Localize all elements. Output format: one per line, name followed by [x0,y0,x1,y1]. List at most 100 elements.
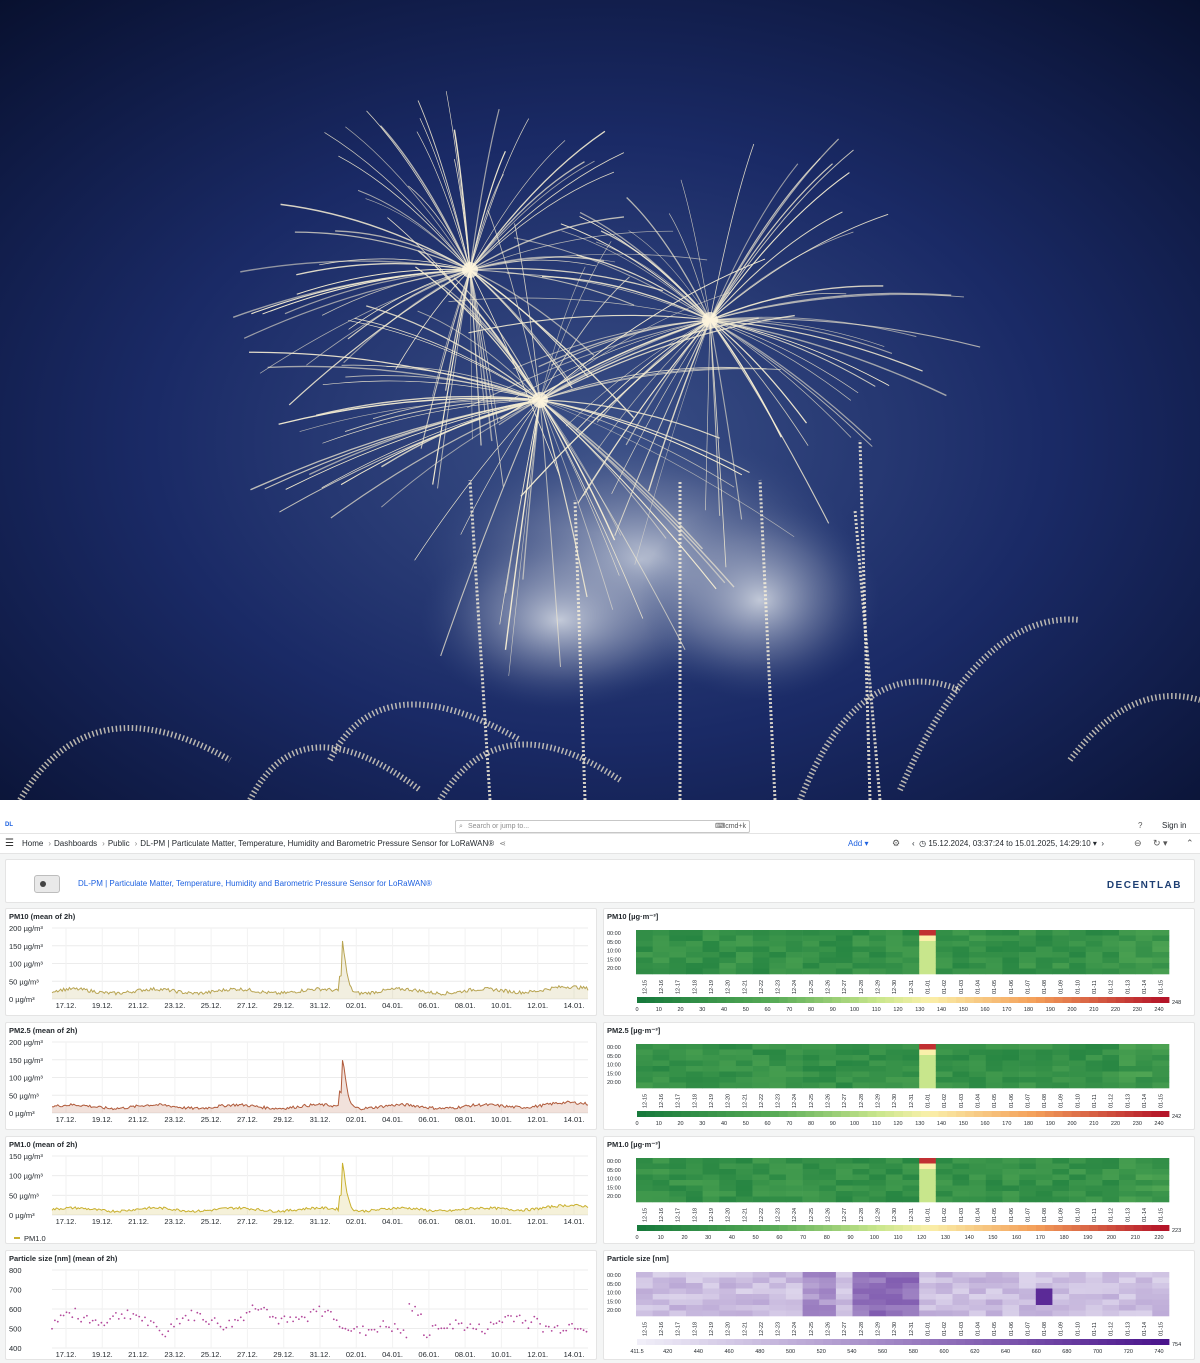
heatmap-cell [852,1060,870,1067]
share-icon[interactable]: ⋖ [499,839,506,848]
heatmap-cell [1135,952,1153,958]
heatmap-cell [869,1163,887,1170]
data-point [170,1323,173,1326]
data-point [152,1321,155,1324]
heatmap-cell [769,952,787,958]
heatmap-cell [652,963,670,969]
scale-segment [1053,997,1063,1003]
scale-segment [752,1225,762,1231]
data-point [527,1327,530,1330]
add-label: Add [848,839,863,848]
data-point [51,1327,53,1330]
scale-tick-label: 120 [893,1121,902,1127]
day-label: 01-12 [1109,1208,1115,1222]
heatmap-cell [935,1185,953,1192]
collapse-icon[interactable]: ⌃ [1186,838,1194,849]
data-point [115,1312,117,1314]
heatmap-cell [769,1066,787,1072]
scale-segment [725,997,735,1003]
pm25-heatmap-panel[interactable]: PM2.5 [µg·m⁻³] 00:00 05:00 10:00 15:00 20:00… [603,1022,1195,1130]
scale-tick-label: 120 [893,1007,902,1013]
dashboard-title-link[interactable]: DL-PM | Particulate Matter, Temperature,… [78,879,432,888]
time-range-picker[interactable]: ‹ ◷ 15.12.2024, 03:37:24 to 15.01.2025, … [912,839,1104,848]
heatmap-cell [1085,941,1103,947]
heatmap-cell [785,1174,803,1181]
pm25-timeseries-panel[interactable]: PM2.5 (mean of 2h) 200 µg/m³ 150 µg/m³ 100… [5,1022,597,1130]
gear-icon[interactable]: ⚙ [892,838,900,849]
heatmap-cell [1002,957,1020,964]
scale-segment [770,1111,780,1117]
day-label: 01-06 [1009,1208,1015,1222]
heatmap-cell [819,1299,837,1306]
particle-size-heatmap-panel[interactable]: Particle size [nm] 00:00 05:00 10:00 15:00 2… [603,1250,1195,1360]
heatmap-cell [1152,1163,1170,1170]
heatmap-cell [1135,1196,1153,1203]
zoom-out-icon[interactable]: ⊖ [1134,838,1142,849]
heatmap-cell [1052,1196,1070,1203]
heatmap-cell [735,1169,753,1175]
heatmap-cell [1052,935,1070,942]
pm25-heatmap-chart: 00:0005:0010:0015:0020:0012-15 12-16 12-17… [607,1044,1181,1127]
data-point [579,1327,582,1330]
scale-tick-label: 90 [830,1121,836,1127]
heatmap-cell [869,1169,887,1175]
scale-segment [814,1339,824,1345]
heatmap-cell [702,1283,720,1289]
logo[interactable]: DL [5,822,13,828]
heatmap-cell [1019,1288,1037,1295]
pm10-timeseries-panel[interactable]: PM10 (mean of 2h) 200 µg/m³ 150 µg/m³ 100 … [5,908,597,1016]
heatmap-cell [735,1174,753,1181]
heatmap-cell [785,935,803,942]
help-icon[interactable]: ? [1138,821,1142,830]
scale-segment [1151,1339,1161,1345]
pm10-heatmap-panel[interactable]: PM10 [µg·m⁻³] 00:00 05:00 10:00 15:00 20:00 1… [603,908,1195,1016]
scale-tick-label: 180 [1060,1235,1069,1241]
data-point [391,1330,393,1333]
heatmap-cell [1152,1158,1170,1164]
pm1-heatmap-panel[interactable]: PM1.0 [µg·m⁻³] 00:00 05:00 10:00 15:00 20:00… [603,1136,1195,1244]
menu-icon[interactable]: ☰ [5,838,14,849]
pm1-timeseries-panel[interactable]: PM1.0 (mean of 2h) 150 µg/m³ 100 µg/m³ 50 … [5,1136,597,1244]
breadcrumb-public[interactable]: Public [108,839,130,848]
heatmap-cell [1135,1055,1153,1061]
heatmap-cell [869,1283,887,1289]
heatmap-cell [969,1288,987,1295]
heatmap-cell [719,1169,737,1175]
refresh-icon[interactable]: ↻ ▾ [1153,838,1168,849]
heatmap-cell [802,1071,820,1078]
breadcrumb-home[interactable]: Home [22,839,43,848]
x-tick-label: 27.12. [237,1115,258,1124]
heatmap-cell [785,1272,803,1278]
keyboard-shortcut: ⌨cmd+k [715,823,746,830]
heatmap-cell [1002,1049,1020,1056]
heatmap-cell [969,1077,987,1083]
heatmap-cell [885,1082,903,1089]
data-point [202,1318,205,1321]
scale-tick-label: 20 [677,1007,683,1013]
add-button[interactable]: Add ▾ [848,839,868,848]
heatmap-cell [752,952,770,958]
heatmap-cell [735,1066,753,1072]
breadcrumb-dashboards[interactable]: Dashboards [54,839,97,848]
heatmap-cell [1002,1288,1020,1295]
row-label: 15:00 [607,1071,621,1077]
heatmap-cell [1035,1294,1053,1300]
particle-size-timeseries-panel[interactable]: Particle size [nm] (mean of 2h) 800 700 60… [5,1250,597,1360]
sign-in-button[interactable]: Sign in [1162,821,1186,830]
scale-segment [787,997,797,1003]
heatmap-cell [686,1066,703,1072]
data-point [530,1321,533,1324]
x-tick-label: 06.01. [418,1115,439,1124]
heatmap-cell [1085,952,1103,958]
heatmap-cell [935,952,953,958]
heatmap-cell [935,1055,953,1061]
scale-segment [823,997,833,1003]
heatmap-cell [1052,1055,1070,1061]
data-point [571,1322,573,1325]
heatmap-cell [769,1277,787,1284]
heatmap-cell [652,1185,670,1192]
scale-tick-label: 40 [721,1121,727,1127]
data-point [274,1317,277,1319]
heatmap-cell [636,963,653,969]
search-input[interactable]: ⌕ Search or jump to... ⌨cmd+k [455,820,750,833]
